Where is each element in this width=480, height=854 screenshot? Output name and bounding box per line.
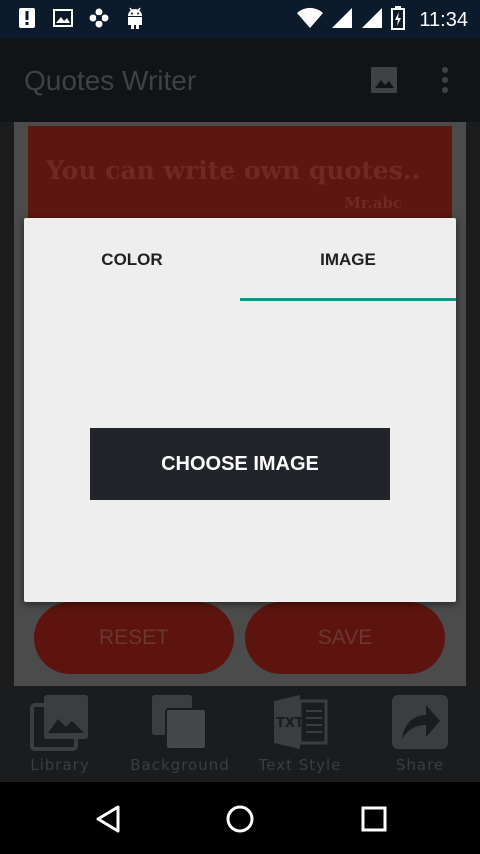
- share-label: Share: [395, 756, 445, 774]
- share-button[interactable]: Share: [360, 692, 480, 782]
- reset-button[interactable]: RESET: [34, 602, 234, 674]
- image-icon[interactable]: [370, 66, 398, 99]
- gallery-icon: [52, 7, 74, 29]
- clock: 11:34: [419, 9, 468, 31]
- background-button[interactable]: Background: [120, 692, 240, 782]
- recents-icon[interactable]: [354, 802, 394, 836]
- android-icon: [124, 7, 146, 29]
- app-title: Quotes Writer: [24, 65, 197, 96]
- library-label: Library: [30, 756, 90, 774]
- status-bar: 11:34: [0, 0, 480, 38]
- battery-icon: [391, 6, 406, 35]
- svg-text:TXT: TXT: [276, 716, 304, 731]
- text-style-icon: TXT: [270, 692, 330, 752]
- alert-icon: [16, 7, 38, 29]
- background-icon: [150, 692, 210, 752]
- quote-text: You can write own quotes..: [46, 156, 421, 185]
- tab-image[interactable]: IMAGE: [240, 218, 456, 302]
- app-bar: Quotes Writer: [0, 38, 480, 122]
- navigation-bar: [0, 782, 480, 854]
- signal-icon: [361, 7, 383, 34]
- quote-canvas[interactable]: You can write own quotes.. Mr.abc: [28, 126, 452, 226]
- wifi-icon: [297, 7, 324, 34]
- signal-icon: [331, 7, 353, 34]
- tab-color[interactable]: COLOR: [24, 218, 240, 302]
- library-icon: [30, 692, 90, 752]
- text-style-label: Text Style: [258, 756, 342, 774]
- save-button[interactable]: SAVE: [245, 602, 445, 674]
- flower-icon: [88, 7, 110, 29]
- library-button[interactable]: Library: [0, 692, 120, 782]
- back-icon[interactable]: [88, 802, 128, 836]
- bottom-toolbar: Library Background TXT Text Style Share: [0, 686, 480, 782]
- more-vert-icon[interactable]: [440, 66, 450, 99]
- home-icon[interactable]: [220, 802, 260, 836]
- background-label: Background: [130, 756, 230, 774]
- choose-image-button[interactable]: CHOOSE IMAGE: [90, 428, 390, 500]
- text-style-button[interactable]: TXT Text Style: [240, 692, 360, 782]
- background-dialog: COLOR IMAGE CHOOSE IMAGE: [24, 218, 456, 602]
- quote-author: Mr.abc: [344, 194, 402, 212]
- tab-indicator: [240, 298, 456, 301]
- share-icon: [390, 692, 450, 752]
